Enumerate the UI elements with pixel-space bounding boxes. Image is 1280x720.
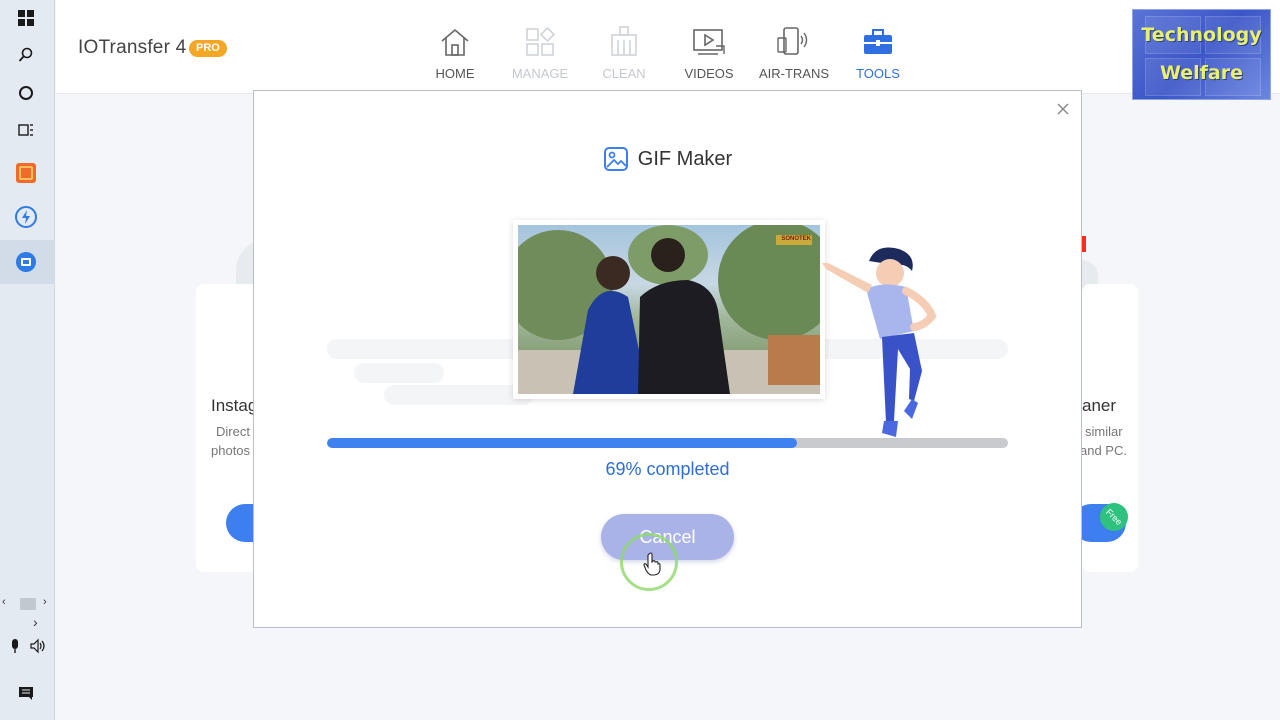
nav-air-trans[interactable]: AIR-TRANS <box>749 24 839 81</box>
notifications-icon[interactable] <box>18 686 34 705</box>
video-channel-logo: SONOTEK <box>781 236 811 242</box>
app-title: IOTransfer 4 <box>78 37 187 58</box>
microphone-icon[interactable] <box>9 638 21 659</box>
nav-label-air-trans: AIR-TRANS <box>758 66 830 81</box>
person-illustration <box>822 247 937 437</box>
watermark-logo: Technology Welfare <box>1132 9 1271 100</box>
bg-card-left-title: Instag <box>211 396 258 415</box>
bg-card-right-desc-2: and PC. <box>1080 443 1127 458</box>
nav-label-home: HOME <box>435 66 475 81</box>
nav-label-tools: TOOLS <box>856 66 900 81</box>
pro-badge: PRO <box>189 40 227 57</box>
videos-icon <box>664 24 754 60</box>
nav-tools[interactable]: TOOLS <box>833 24 923 81</box>
volume-icon[interactable] <box>29 638 47 659</box>
gif-preview-image: SONOTEK <box>518 225 820 394</box>
cortana-icon[interactable] <box>13 80 39 106</box>
nav-clean[interactable]: CLEAN <box>579 24 669 81</box>
task-view-icon[interactable] <box>13 117 39 143</box>
decorative-shadow-bar <box>354 363 444 383</box>
nav-videos[interactable]: VIDEOS <box>664 24 754 81</box>
nav-label-manage: MANAGE <box>511 66 569 81</box>
nav-label-clean: CLEAN <box>602 66 646 81</box>
windows-taskbar: ‹ › › <box>0 0 55 720</box>
gif-maker-dialog: GIF Maker SONOTEK 69% completed Cancel <box>253 90 1082 628</box>
windows-start-icon[interactable] <box>13 5 39 31</box>
clean-icon <box>579 24 669 60</box>
nav-label-videos: VIDEOS <box>684 66 734 81</box>
bg-card-right-title: aner <box>1082 396 1117 415</box>
hand-cursor-icon <box>643 552 661 576</box>
nav-manage[interactable]: MANAGE <box>495 24 585 81</box>
nav-home[interactable]: HOME <box>410 24 500 81</box>
dialog-title: GIF Maker <box>637 147 733 170</box>
scroll-left-icon[interactable]: ‹ <box>2 596 6 608</box>
progress-text: 69% completed <box>605 459 730 479</box>
progress-fill <box>327 438 797 448</box>
watermark-line-1: Technology <box>1141 24 1262 46</box>
chevron-right-icon[interactable]: › <box>33 614 38 630</box>
close-dialog-button[interactable] <box>1055 101 1071 117</box>
bg-card-left-desc-1: Direct <box>216 424 250 439</box>
air-trans-icon <box>749 24 839 60</box>
dialog-header: GIF Maker <box>254 146 1081 172</box>
gif-image-icon <box>603 147 628 171</box>
manage-icon <box>495 24 585 60</box>
scroll-thumb[interactable] <box>20 598 36 610</box>
progress-bar <box>327 438 1008 448</box>
scroll-right-icon[interactable]: › <box>43 596 47 608</box>
bg-card-right: aner similar and PC. Free <box>1072 284 1138 572</box>
taskbar-scroller[interactable]: ‹ › <box>0 596 55 612</box>
watermark-line-2: Welfare <box>1159 62 1244 84</box>
gif-preview-frame: SONOTEK <box>513 220 825 399</box>
tools-icon <box>833 24 923 60</box>
app-icon-blue-bolt[interactable] <box>13 204 39 230</box>
app-header: IOTransfer 4 PRO HOME MANAGE CLEAN VIDEO… <box>56 0 1280 94</box>
home-icon <box>410 24 500 60</box>
bg-card-right-desc-1: similar <box>1085 424 1123 439</box>
close-icon <box>1057 103 1069 115</box>
decorative-shadow-bar <box>384 385 534 405</box>
search-icon[interactable] <box>13 42 39 68</box>
bg-card-left-desc-2: photos <box>211 443 251 458</box>
app-icon-orange[interactable] <box>13 160 39 186</box>
iotransfer-taskbar-icon[interactable] <box>13 249 39 275</box>
